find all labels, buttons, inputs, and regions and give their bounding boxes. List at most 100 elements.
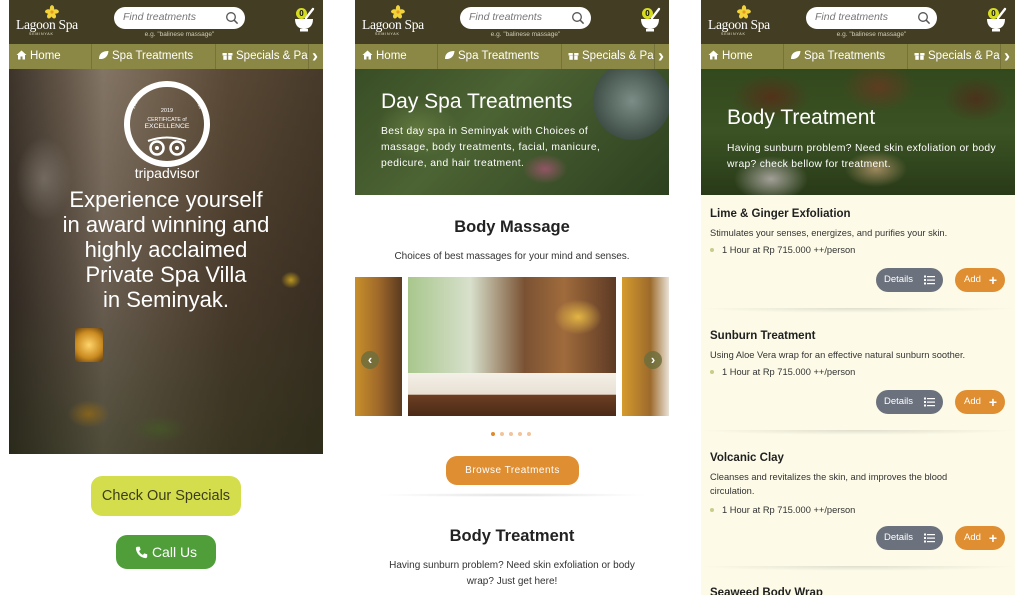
treatment-card: Volcanic Clay Cleanses and revitalizes t… (701, 452, 1015, 567)
treatment-card: Lime & Ginger Exfoliation Stimulates you… (701, 208, 1015, 308)
cart-count-badge: 0 (642, 8, 653, 19)
gift-icon (568, 53, 579, 60)
list-icon (924, 533, 935, 543)
hero-image: Body Treatment Having sunburn problem? N… (701, 69, 1015, 195)
hero-headline: Experience yourself in award winning and… (9, 187, 323, 312)
nav-item-home[interactable]: Home (9, 44, 92, 69)
nav-scroll-right[interactable]: › (307, 44, 323, 69)
logo[interactable]: Lagoon Spa SEMINYAK (362, 5, 432, 39)
card-divider (701, 430, 1015, 438)
treatment-price: 1 Hour at Rp 715.000 ++/person (710, 367, 855, 377)
cart-button[interactable]: 0 (292, 5, 316, 33)
svg-text:2015 · 2016 · HALL of FAME · 2: 2015 · 2016 · HALL of FAME · 2017 · 2018 (131, 81, 204, 110)
add-button[interactable]: Add + (955, 268, 1005, 292)
carousel-dots (491, 432, 535, 438)
cart-count-badge: 0 (296, 8, 307, 19)
logo-text: Lagoon Spa (16, 17, 78, 32)
header: Lagoon Spa SEMINYAK Find treatments e.g.… (701, 0, 1015, 44)
search-hint: e.g. "balinese massage" (144, 31, 215, 38)
nav-item-specials[interactable]: Specials & Pa (216, 44, 309, 69)
plus-icon: + (988, 530, 997, 546)
section-subtitle-massage: Choices of best massages for your mind a… (394, 251, 630, 262)
treatment-title: Lime & Ginger Exfoliation (710, 208, 851, 220)
check-specials-button[interactable]: Check Our Specials (91, 476, 241, 516)
plus-icon: + (988, 394, 997, 410)
nav-label: Specials & Pa (928, 50, 1000, 62)
details-button[interactable]: Details (876, 268, 943, 292)
price-text: 1 Hour at Rp 715.000 ++/person (722, 245, 856, 255)
header: Lagoon Spa SEMINYAK Find treatments e.g.… (9, 0, 323, 44)
leaf-icon (791, 51, 801, 60)
nav-item-spa-treatments[interactable]: Spa Treatments (784, 44, 908, 69)
logo-subtext: SEMINYAK (721, 32, 746, 36)
massage-bed (408, 373, 616, 416)
nav-label: Spa Treatments (804, 50, 886, 62)
carousel-prev-button[interactable]: ‹ (361, 351, 379, 369)
leaf-icon (99, 51, 109, 60)
details-label: Details (884, 396, 914, 407)
tripadvisor-badge: 2019 CERTIFICATE of EXCELLENCE 2015 · 20… (124, 81, 210, 181)
nav-label: Spa Treatments (458, 50, 540, 62)
carousel-dot[interactable] (491, 432, 495, 436)
search-hint: e.g. "balinese massage" (490, 31, 561, 38)
nav-item-home[interactable]: Home (701, 44, 784, 69)
nav-item-spa-treatments[interactable]: Spa Treatments (438, 44, 562, 69)
details-label: Details (884, 532, 914, 543)
details-button[interactable]: Details (876, 526, 943, 550)
nav-label: Spa Treatments (112, 50, 194, 62)
nav-label: Home (30, 50, 61, 62)
search-input[interactable]: Find treatments (460, 7, 591, 29)
search-input[interactable]: Find treatments (806, 7, 937, 29)
nav-item-specials[interactable]: Specials & Pa (562, 44, 655, 69)
subtitle-line: wrap? Just get here! (466, 576, 558, 587)
body-treatment-screen: Lagoon Spa SEMINYAK Find treatments e.g.… (701, 0, 1015, 595)
carousel-slide-prev[interactable] (355, 277, 402, 416)
card-divider (701, 308, 1015, 316)
add-button[interactable]: Add + (955, 390, 1005, 414)
carousel-slide-next[interactable] (622, 277, 669, 416)
cart-count-badge: 0 (988, 8, 999, 19)
nav-item-home[interactable]: Home (355, 44, 438, 69)
nav-label: Home (376, 50, 407, 62)
cart-button[interactable]: 0 (638, 5, 662, 33)
treatment-title: Volcanic Clay (710, 452, 784, 464)
treatment-card: Seaweed Body Wrap (701, 587, 1015, 595)
search-icon[interactable] (225, 11, 239, 25)
logo[interactable]: Lagoon Spa SEMINYAK (708, 5, 778, 39)
details-button[interactable]: Details (876, 390, 943, 414)
nav-scroll-right[interactable]: › (999, 44, 1015, 69)
search-placeholder: Find treatments (469, 11, 542, 23)
carousel-dot[interactable] (527, 432, 531, 436)
carousel-slide-current[interactable] (408, 277, 616, 416)
search-icon[interactable] (571, 11, 585, 25)
treatment-card: Sunburn Treatment Using Aloe Vera wrap f… (701, 330, 1015, 430)
nav-bar: Home Spa Treatments Specials & Pa › (355, 44, 669, 69)
section-divider (375, 493, 649, 497)
search-input[interactable]: Find treatments (114, 7, 245, 29)
section-title-massage: Body Massage (454, 218, 570, 236)
nav-item-specials[interactable]: Specials & Pa (908, 44, 1001, 69)
plus-icon: + (988, 272, 997, 288)
treatment-description: Cleanses and revitalizes the skin, and i… (710, 472, 948, 496)
treatment-title: Seaweed Body Wrap (710, 587, 823, 595)
add-button[interactable]: Add + (955, 526, 1005, 550)
hero-title: Body Treatment (727, 106, 876, 129)
browse-treatments-button[interactable]: Browse Treatments (446, 456, 579, 485)
carousel-dot[interactable] (500, 432, 504, 436)
carousel-next-button[interactable]: › (644, 351, 662, 369)
nav-scroll-right[interactable]: › (653, 44, 669, 69)
carousel-dot[interactable] (518, 432, 522, 436)
logo-text: Lagoon Spa (708, 17, 770, 32)
logo-subtext: SEMINYAK (29, 32, 54, 36)
logo[interactable]: Lagoon Spa SEMINYAK (16, 5, 86, 39)
search-icon[interactable] (917, 11, 931, 25)
hero-image: 2019 CERTIFICATE of EXCELLENCE 2015 · 20… (9, 69, 323, 454)
nav-item-spa-treatments[interactable]: Spa Treatments (92, 44, 216, 69)
carousel-dot[interactable] (509, 432, 513, 436)
headline-line: highly acclaimed (84, 237, 248, 262)
call-us-button[interactable]: Call Us (116, 535, 216, 569)
add-label: Add (964, 274, 981, 285)
nav-label: Specials & Pa (236, 50, 308, 62)
cart-button[interactable]: 0 (984, 5, 1008, 33)
home-screen: Lagoon Spa SEMINYAK Find treatments e.g.… (9, 0, 323, 595)
